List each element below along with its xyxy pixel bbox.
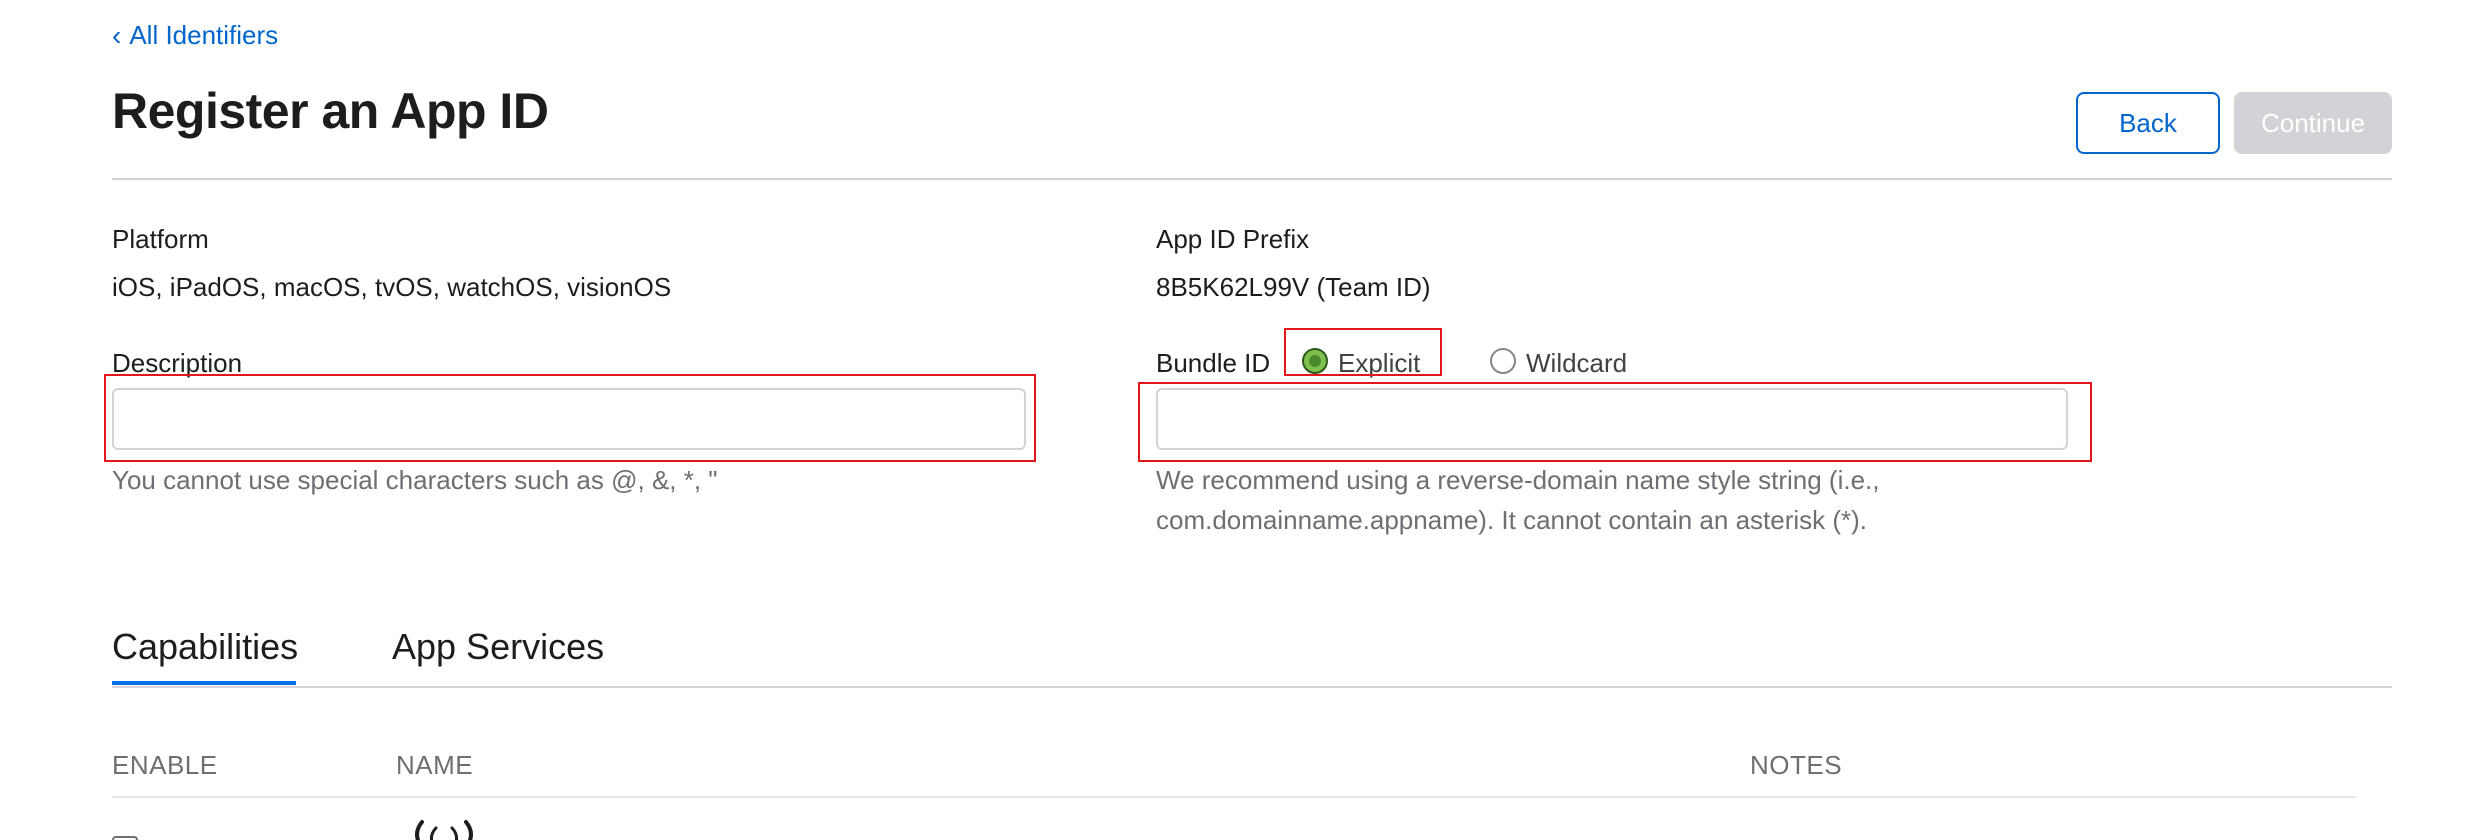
all-identifiers-label: All Identifiers	[129, 20, 279, 50]
platform-value: iOS, iPadOS, macOS, tvOS, watchOS, visio…	[112, 272, 672, 302]
bundle-id-input[interactable]	[1156, 388, 2068, 450]
bundle-wildcard-radio[interactable]: Wildcard	[1490, 342, 1627, 379]
tab-app-services[interactable]: App Services	[392, 626, 604, 668]
column-header-notes: NOTES	[1750, 750, 1843, 780]
wireless-icon	[415, 820, 473, 840]
radio-unchecked-icon	[1490, 347, 1516, 374]
header-divider	[112, 178, 2392, 180]
description-label: Description	[112, 348, 243, 378]
tab-capabilities[interactable]: Capabilities	[112, 626, 298, 668]
column-header-enable: ENABLE	[112, 750, 218, 780]
app-id-prefix-label: App ID Prefix	[1156, 224, 1310, 254]
page-title: Register an App ID	[112, 83, 549, 139]
radio-checked-icon	[1302, 347, 1328, 374]
all-identifiers-link[interactable]: ‹ All Identifiers	[112, 20, 278, 51]
bundle-id-help-line-2: com.domainname.appname). It cannot conta…	[1156, 505, 1868, 535]
platform-label: Platform	[112, 224, 209, 254]
active-tab-indicator	[112, 681, 296, 685]
register-app-id-page: ‹ All Identifiers Register an App ID Bac…	[0, 0, 2472, 840]
bundle-explicit-radio[interactable]: Explicit	[1302, 342, 1420, 379]
tabs-divider	[112, 686, 2392, 688]
capability-enable-checkbox[interactable]	[112, 836, 138, 840]
bundle-id-label: Bundle ID	[1156, 348, 1271, 378]
app-id-prefix-value: 8B5K62L99V (Team ID)	[1156, 272, 1431, 302]
description-help-text: You cannot use special characters such a…	[112, 465, 718, 495]
description-input[interactable]	[112, 388, 1026, 450]
wildcard-option-label: Wildcard	[1526, 348, 1628, 378]
column-header-name: NAME	[396, 750, 474, 780]
back-button[interactable]: Back	[2076, 92, 2220, 154]
explicit-option-label: Explicit	[1338, 348, 1421, 378]
bundle-id-help-line-1: We recommend using a reverse-domain name…	[1156, 465, 1880, 495]
continue-button[interactable]: Continue	[2234, 92, 2392, 154]
chevron-left-icon: ‹	[112, 19, 122, 51]
table-header-divider	[112, 796, 2356, 798]
